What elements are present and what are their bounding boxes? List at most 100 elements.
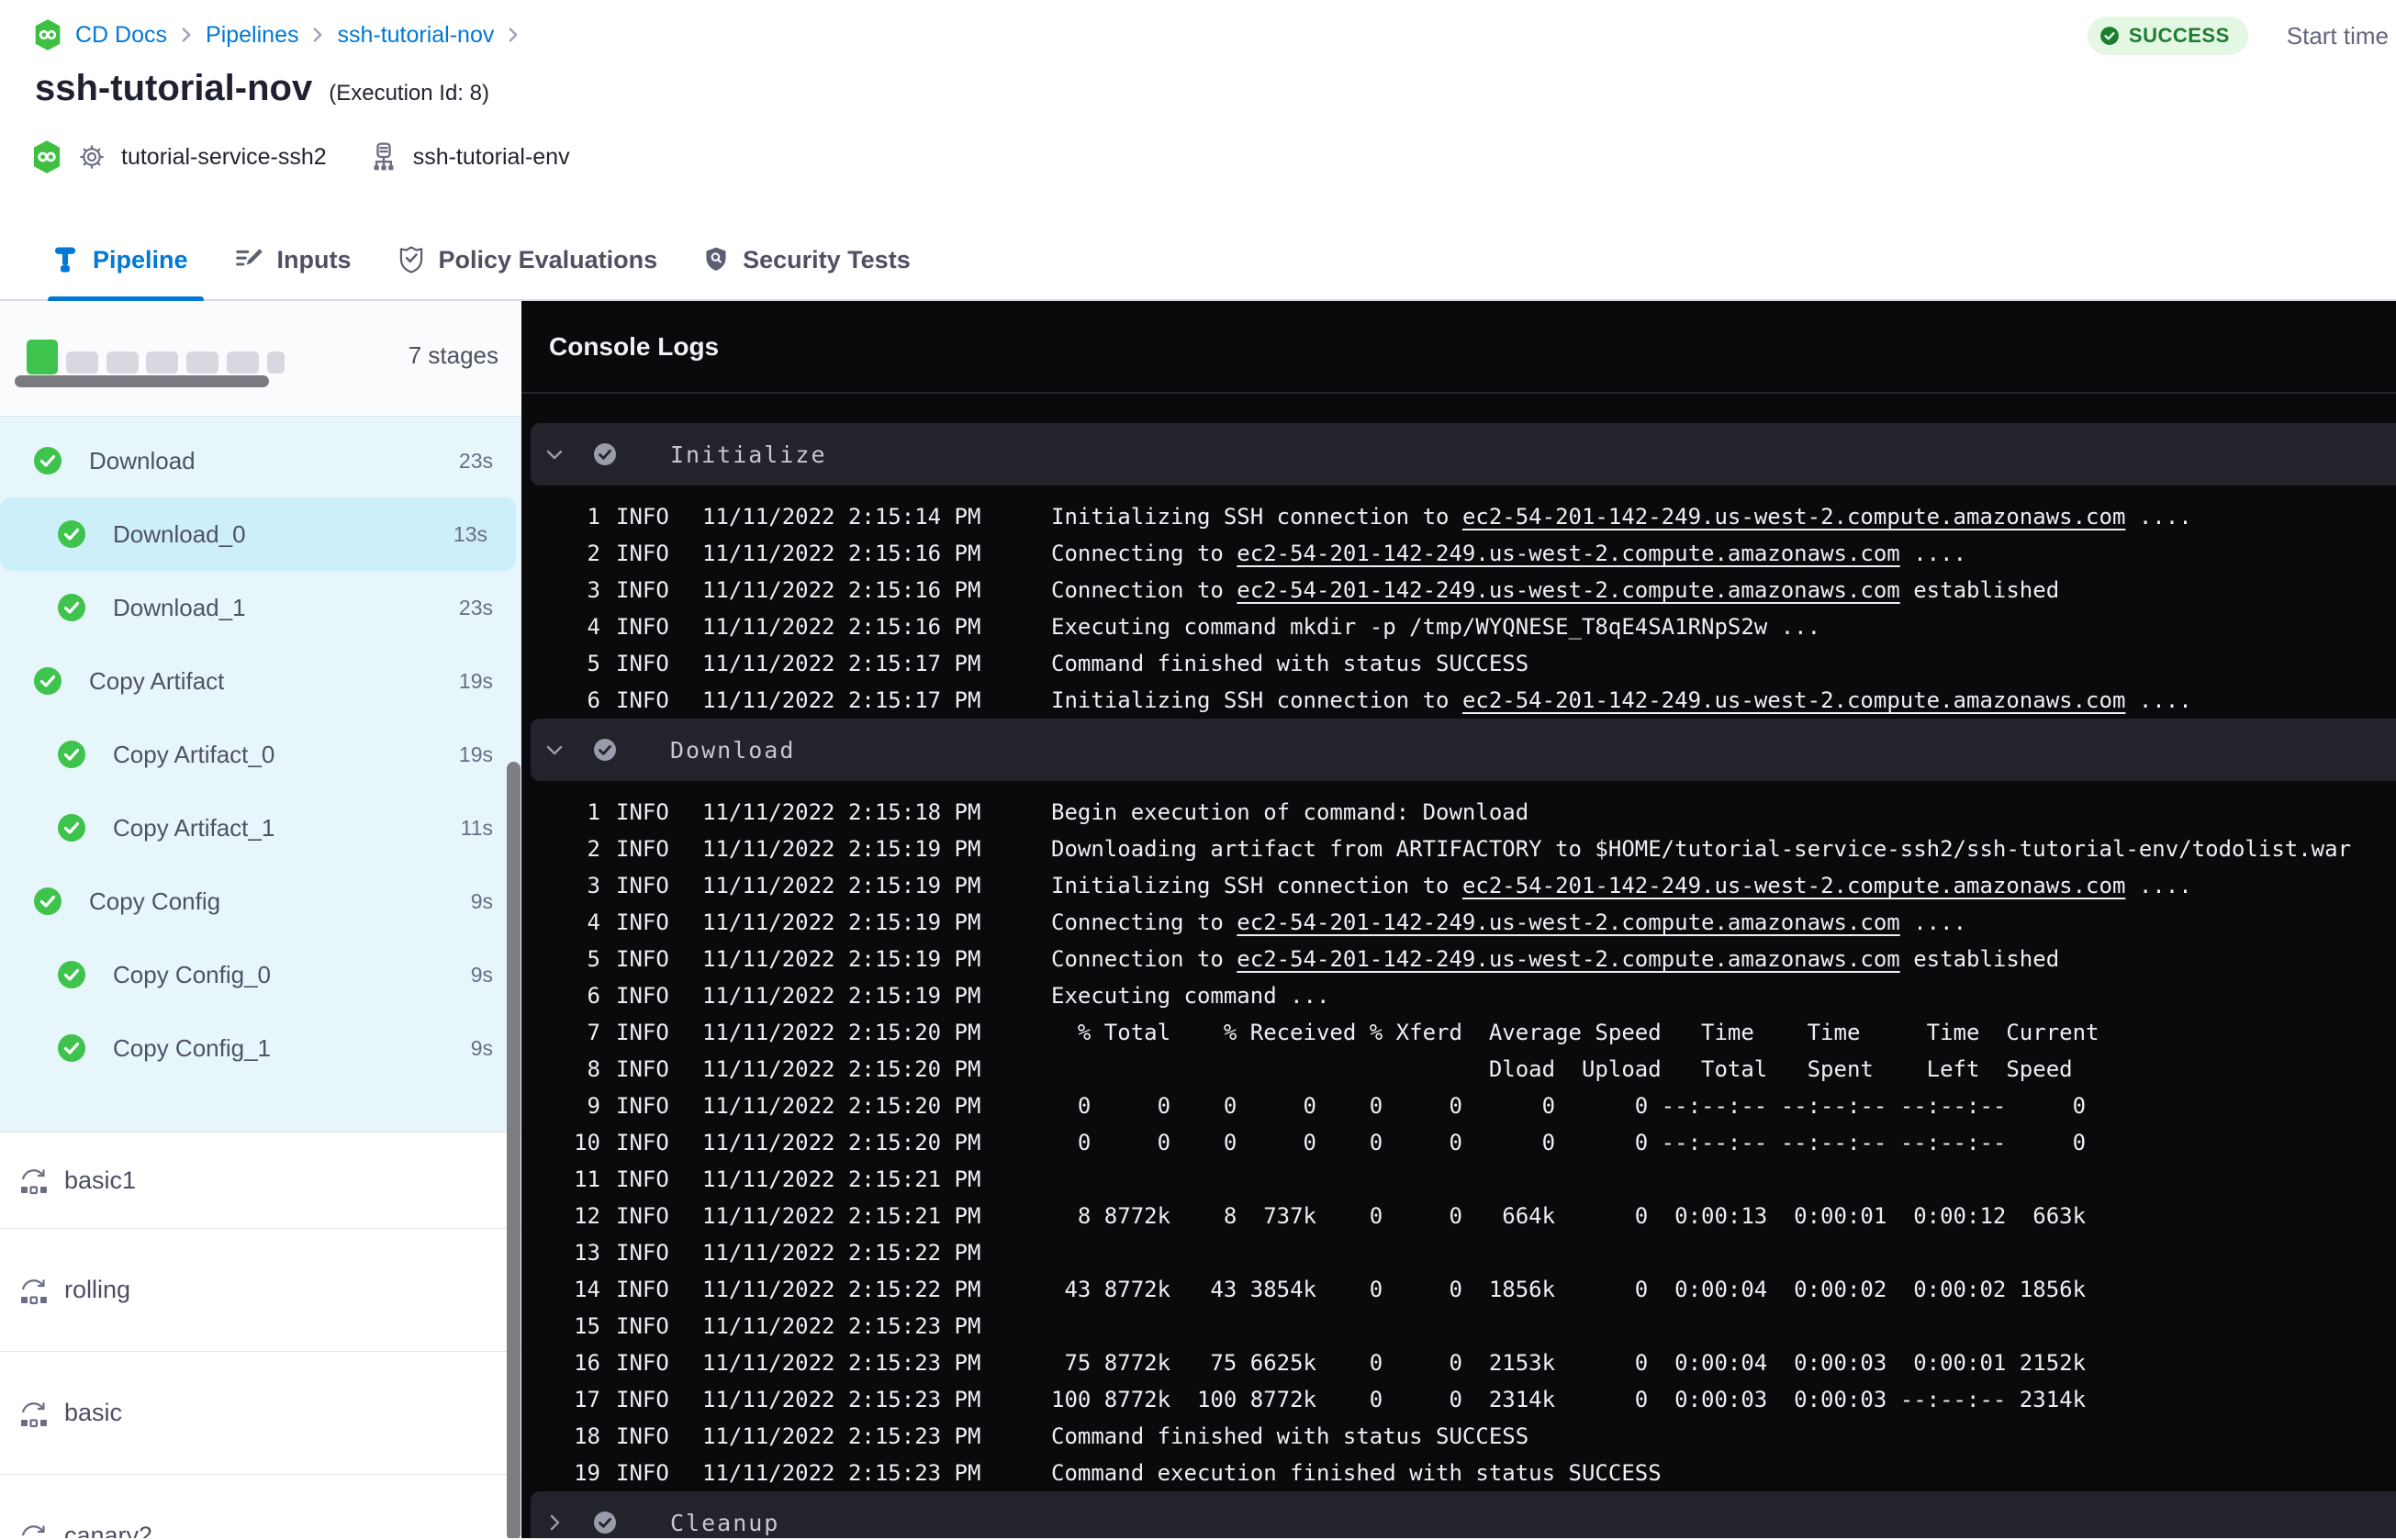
tab-policy-evaluations[interactable]: Policy Evaluations	[397, 245, 657, 274]
inputs-icon	[234, 246, 263, 273]
breadcrumb-separator-icon	[180, 27, 193, 43]
stage-row[interactable]: Copy Artifact_1 11s	[0, 791, 521, 865]
stage-row[interactable]: Copy Config 9s	[0, 865, 521, 938]
log-level: INFO	[616, 1313, 669, 1339]
log-timestamp: 11/11/2022 2:15:23 PM	[702, 1460, 981, 1486]
rolling-deploy-icon	[18, 1166, 50, 1195]
log-message: Command finished with status SUCCESS	[1051, 1423, 1528, 1449]
log-level: INFO	[616, 651, 669, 676]
stage-row[interactable]: Download 23s	[0, 424, 521, 497]
breadcrumb-link-pipelines[interactable]: Pipelines	[206, 22, 298, 49]
environment-name[interactable]: ssh-tutorial-env	[413, 144, 570, 171]
log-line: 19 INFO 11/11/2022 2:15:23 PM Command execu…	[521, 1455, 2396, 1491]
stage-square[interactable]	[146, 352, 178, 374]
stage-row[interactable]: Copy Artifact_0 19s	[0, 718, 521, 791]
log-line: 13 INFO 11/11/2022 2:15:22 PM	[521, 1234, 2396, 1271]
log-line: 9 INFO 11/11/2022 2:15:20 PM 0 0 0 0 0 0 0…	[521, 1088, 2396, 1124]
stage-duration: 23s	[458, 595, 493, 619]
log-level: INFO	[616, 1350, 669, 1376]
breadcrumb-link-project[interactable]: CD Docs	[75, 22, 167, 49]
rolling-deploy-icon	[18, 1276, 50, 1305]
log-line-number: 19	[574, 1460, 600, 1486]
log-link[interactable]: ec2-54-201-142-249.us-west-2.compute.ama…	[1462, 687, 2125, 713]
log-line: 17 INFO 11/11/2022 2:15:23 PM 100 8772k 100…	[521, 1381, 2396, 1418]
log-timestamp: 11/11/2022 2:15:23 PM	[702, 1423, 981, 1449]
log-level: INFO	[616, 1203, 669, 1229]
stage-square[interactable]	[106, 352, 139, 374]
success-check-icon	[34, 667, 62, 695]
stage-row[interactable]: Copy Artifact 19s	[0, 644, 521, 718]
chevron-down-icon[interactable]	[543, 443, 567, 465]
log-section-header[interactable]: Cleanup	[531, 1491, 2396, 1538]
service-name[interactable]: tutorial-service-ssh2	[121, 144, 327, 171]
pipeline-list-item[interactable]: rolling	[0, 1228, 521, 1351]
pipeline-label: canary2	[64, 1522, 153, 1538]
stage-square-completed[interactable]	[27, 340, 58, 374]
chevron-down-icon[interactable]	[543, 739, 567, 761]
stage-square[interactable]	[186, 352, 218, 374]
log-lines: 1 INFO 11/11/2022 2:15:14 PM Initializing S…	[521, 498, 2396, 719]
stage-label: Copy Artifact_1	[113, 813, 275, 842]
log-line: 4 INFO 11/11/2022 2:15:16 PM Executing comm…	[521, 608, 2396, 645]
log-section-header[interactable]: Download	[531, 719, 2396, 781]
stage-graph-scrollbar[interactable]	[15, 375, 269, 387]
log-timestamp: 11/11/2022 2:15:20 PM	[702, 1093, 981, 1119]
stage-duration: 9s	[470, 1035, 493, 1060]
log-line-number: 12	[574, 1203, 600, 1229]
log-text: % Total % Received % Xferd Average Speed…	[1051, 1020, 2099, 1045]
stage-square[interactable]	[267, 352, 285, 374]
log-message: Command finished with status SUCCESS	[1051, 651, 1528, 676]
sidebar-scrollbar[interactable]	[507, 762, 521, 1538]
log-link[interactable]: ec2-54-201-142-249.us-west-2.compute.ama…	[1237, 946, 1899, 972]
log-line-number: 2	[587, 541, 600, 566]
stage-row[interactable]: Copy Config_0 9s	[0, 938, 521, 1011]
log-link[interactable]: ec2-54-201-142-249.us-west-2.compute.ama…	[1462, 873, 2125, 898]
log-message: Begin execution of command: Download	[1051, 799, 1528, 825]
stage-duration: 19s	[458, 668, 493, 693]
tab-security-tests-label: Security Tests	[743, 245, 911, 273]
log-line-number: 2	[587, 836, 600, 862]
log-link[interactable]: ec2-54-201-142-249.us-west-2.compute.ama…	[1237, 577, 1899, 603]
pipeline-label: basic1	[64, 1166, 137, 1194]
pipeline-list-item[interactable]: basic	[0, 1351, 521, 1474]
log-text: ....	[1899, 909, 1967, 935]
stages-count-label: 7 stages	[408, 341, 498, 369]
chevron-right-icon[interactable]	[543, 1512, 567, 1534]
log-message: Connecting to ec2-54-201-142-249.us-west…	[1051, 541, 1966, 566]
stage-square[interactable]	[227, 352, 259, 374]
log-line: 2 INFO 11/11/2022 2:15:16 PM Connecting to …	[521, 535, 2396, 572]
tab-inputs[interactable]: Inputs	[234, 246, 352, 274]
stage-label: Copy Config_1	[113, 1033, 271, 1062]
stage-square[interactable]	[66, 352, 98, 374]
pipeline-icon	[51, 245, 79, 274]
log-message: Downloading artifact from ARTIFACTORY to…	[1051, 836, 2351, 862]
log-line-number: 4	[587, 909, 600, 935]
pipeline-list-item[interactable]: basic1	[0, 1132, 521, 1228]
log-link[interactable]: ec2-54-201-142-249.us-west-2.compute.ama…	[1237, 541, 1899, 566]
tab-pipeline[interactable]: Pipeline	[51, 245, 188, 274]
log-line-number: 10	[574, 1130, 600, 1155]
start-time-label: Start time	[2286, 21, 2389, 50]
log-link[interactable]: ec2-54-201-142-249.us-west-2.compute.ama…	[1462, 504, 2125, 530]
log-link[interactable]: ec2-54-201-142-249.us-west-2.compute.ama…	[1237, 909, 1899, 935]
log-line: 14 INFO 11/11/2022 2:15:22 PM 43 8772k 43 …	[521, 1271, 2396, 1308]
tab-security-tests[interactable]: Security Tests	[703, 245, 911, 274]
log-message: Connection to ec2-54-201-142-249.us-west…	[1051, 946, 2059, 972]
log-line-number: 6	[587, 687, 600, 713]
breadcrumb-link-pipeline-name[interactable]: ssh-tutorial-nov	[337, 22, 494, 49]
stage-row[interactable]: Copy Config_1 9s	[0, 1011, 521, 1085]
stage-row[interactable]: Download_0 13s	[0, 497, 516, 571]
harness-logo-icon	[31, 139, 62, 174]
log-line: 8 INFO 11/11/2022 2:15:20 PM Dload Upload …	[521, 1051, 2396, 1088]
log-section-header[interactable]: Initialize	[531, 423, 2396, 485]
log-timestamp: 11/11/2022 2:15:23 PM	[702, 1387, 981, 1412]
log-line: 15 INFO 11/11/2022 2:15:23 PM	[521, 1308, 2396, 1345]
pipeline-list-item[interactable]: canary2	[0, 1474, 521, 1538]
log-timestamp: 11/11/2022 2:15:22 PM	[702, 1240, 981, 1266]
log-timestamp: 11/11/2022 2:15:19 PM	[702, 983, 981, 1009]
log-line: 16 INFO 11/11/2022 2:15:23 PM 75 8772k 75 …	[521, 1345, 2396, 1381]
stage-row[interactable]: Download_1 23s	[0, 571, 521, 644]
log-text: ....	[1899, 541, 1967, 566]
log-level: INFO	[616, 1277, 669, 1302]
log-line-number: 5	[587, 946, 600, 972]
